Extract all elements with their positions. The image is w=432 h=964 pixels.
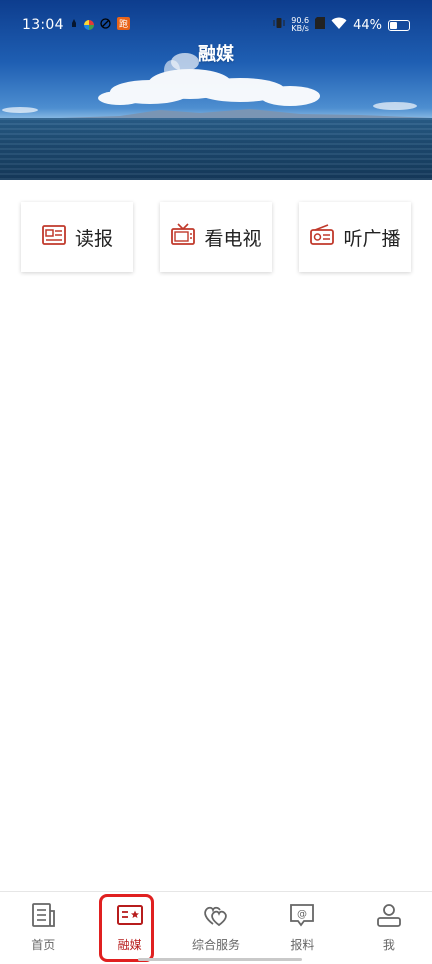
tab-label: 我 xyxy=(382,938,395,952)
tab-label: 首页 xyxy=(31,938,56,952)
wifi-icon xyxy=(331,17,347,33)
tab-me[interactable]: 我 xyxy=(346,892,432,964)
page-title: 融媒 xyxy=(198,44,234,65)
status-bar: 13:04 跑 90.6 KB/s 44% xyxy=(0,12,432,38)
battery-icon xyxy=(388,19,410,31)
card-label: 读报 xyxy=(74,227,113,250)
user-icon xyxy=(375,901,403,936)
tab-media[interactable]: 融媒 xyxy=(86,892,172,964)
tab-report[interactable]: @ 报料 xyxy=(259,892,345,964)
card-label: 听广播 xyxy=(343,227,401,250)
network-speed-unit: KB/s xyxy=(291,24,309,33)
tab-label: 融媒 xyxy=(117,938,142,952)
bottom-tab-bar: 首页 融媒 综合服务 @ 报料 我 xyxy=(0,891,432,964)
tv-icon xyxy=(170,222,196,253)
tab-label: 报料 xyxy=(290,938,315,952)
svg-text:@: @ xyxy=(297,909,307,920)
status-time: 13:04 xyxy=(22,17,64,33)
watch-tv-button[interactable]: 看电视 xyxy=(160,202,272,272)
tab-services[interactable]: 综合服务 xyxy=(173,892,259,964)
tab-label: 综合服务 xyxy=(192,938,241,952)
at-message-icon: @ xyxy=(288,901,316,936)
no-disturb-icon xyxy=(100,17,111,33)
radio-icon xyxy=(309,222,335,253)
app-color-icon xyxy=(83,20,94,30)
vibrate-icon xyxy=(273,17,285,33)
network-speed: 90.6 KB/s xyxy=(291,17,309,33)
sea-illustration xyxy=(0,118,432,180)
battery-percent: 44% xyxy=(353,17,382,33)
newspaper-icon xyxy=(41,222,67,253)
home-indicator[interactable] xyxy=(138,958,302,961)
notification-icon xyxy=(70,18,78,33)
read-newspaper-button[interactable]: 读报 xyxy=(21,202,133,272)
svg-text:跑: 跑 xyxy=(119,18,128,30)
card-label: 看电视 xyxy=(204,227,262,250)
app-badge-icon: 跑 xyxy=(116,16,130,34)
sim-icon xyxy=(315,17,326,33)
media-card-icon xyxy=(116,901,144,936)
media-entry-cards: 读报 看电视 听广播 xyxy=(21,202,411,272)
tab-home[interactable]: 首页 xyxy=(0,892,86,964)
double-heart-icon xyxy=(202,901,230,936)
listen-radio-button[interactable]: 听广播 xyxy=(299,202,411,272)
news-home-icon xyxy=(29,901,57,936)
